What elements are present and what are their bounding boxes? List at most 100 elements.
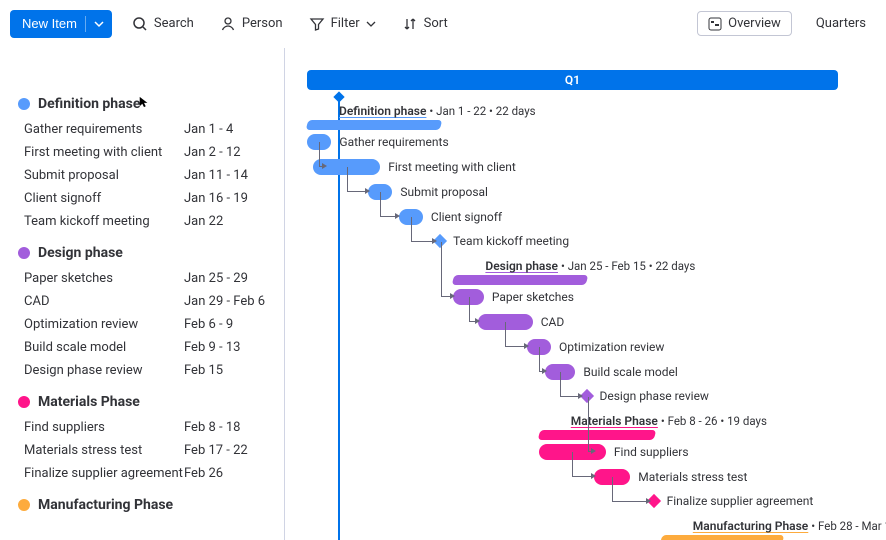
gantt-task-row[interactable]: First meeting with client — [313, 159, 516, 175]
phase-bar[interactable] — [539, 430, 655, 440]
task-name: Submit proposal — [24, 168, 184, 183]
task-dates: Jan 22 — [184, 214, 274, 229]
task-name: Finalize supplier agreement — [24, 466, 184, 481]
main: Definition phase Gather requirementsJan 1… — [0, 48, 886, 540]
task-label: Submit proposal — [400, 185, 488, 199]
group-header-manufacturing[interactable]: Manufacturing Phase — [0, 491, 284, 519]
task-row[interactable]: CADJan 29 - Feb 6 — [0, 290, 284, 313]
task-row[interactable]: Optimization reviewFeb 6 - 9 — [0, 313, 284, 336]
task-label: Gather requirements — [339, 135, 448, 149]
group-header-design[interactable]: Design phase — [0, 239, 284, 267]
new-item-button[interactable]: New Item — [10, 10, 112, 38]
task-name: Gather requirements — [24, 122, 184, 137]
quarters-button[interactable]: Quarters — [806, 12, 876, 35]
gantt-task-row[interactable]: Team kickoff meeting — [435, 234, 569, 248]
group-color-dot — [16, 245, 33, 262]
task-row[interactable]: Materials stress testFeb 17 - 22 — [0, 439, 284, 462]
gantt-task-row[interactable]: Gather requirements — [307, 134, 449, 150]
phase-title: Manufacturing Phase — [693, 519, 808, 533]
phase-header[interactable]: Definition phase • Jan 1 - 22 • 22 days — [339, 104, 536, 118]
phase-title: Materials Phase — [571, 414, 658, 428]
gantt-pane[interactable]: Q1 Definition phase • Jan 1 - 22 • 22 da… — [285, 48, 886, 540]
task-dates: Feb 26 — [184, 466, 274, 481]
task-row[interactable]: Paper sketchesJan 25 - 29 — [0, 267, 284, 290]
task-row[interactable]: Submit proposalJan 11 - 14 — [0, 164, 284, 187]
gantt-task-row[interactable]: Optimization review — [527, 339, 665, 355]
phase-bar[interactable] — [453, 275, 587, 285]
gantt-task-row[interactable]: Find suppliers — [539, 444, 689, 460]
separator — [85, 16, 86, 32]
task-dates: Feb 15 — [184, 363, 274, 378]
task-dates: Feb 6 - 9 — [184, 317, 274, 332]
task-row[interactable]: First meeting with clientJan 2 - 12 — [0, 141, 284, 164]
task-row[interactable]: Gather requirementsJan 1 - 4 — [0, 118, 284, 141]
task-name: Find suppliers — [24, 420, 184, 435]
phase-header[interactable]: Design phase • Jan 25 - Feb 15 • 22 days — [485, 259, 695, 273]
task-dates: Jan 25 - 29 — [184, 271, 274, 286]
task-row[interactable]: Build scale modelFeb 9 - 13 — [0, 336, 284, 359]
dependency-connector — [612, 477, 647, 502]
sort-button[interactable]: Sort — [396, 12, 454, 36]
filter-label: Filter — [331, 16, 360, 31]
group-color-dot — [16, 96, 33, 113]
task-row[interactable]: Finalize supplier agreementFeb 26 — [0, 462, 284, 485]
group-color-dot — [16, 394, 33, 411]
dependency-connector — [411, 217, 433, 242]
task-label: Team kickoff meeting — [453, 234, 569, 248]
task-label: Optimization review — [559, 340, 664, 354]
chevron-down-icon — [366, 19, 376, 29]
task-label: Materials stress test — [638, 470, 747, 484]
task-row[interactable]: Find suppliersFeb 8 - 18 — [0, 416, 284, 439]
dependency-connector — [380, 192, 396, 217]
task-row[interactable]: Client signoffJan 16 - 19 — [0, 187, 284, 210]
task-name: Design phase review — [24, 363, 184, 378]
task-name: Optimization review — [24, 317, 184, 332]
overview-button[interactable]: Overview — [697, 11, 792, 36]
phase-header[interactable]: Materials Phase • Feb 8 - 26 • 19 days — [571, 414, 767, 428]
group-header-materials[interactable]: Materials Phase — [0, 388, 284, 416]
task-dates: Feb 9 - 13 — [184, 340, 274, 355]
dependency-connector — [505, 322, 524, 347]
overview-icon — [708, 17, 722, 31]
gantt-area[interactable]: Definition phase • Jan 1 - 22 • 22 days G… — [285, 96, 886, 540]
phase-bar-fill — [306, 120, 443, 130]
task-name: Client signoff — [24, 191, 184, 206]
search-button[interactable]: Search — [126, 12, 200, 36]
task-name: Paper sketches — [24, 271, 184, 286]
phase-meta: • Jan 25 - Feb 15 • 22 days — [561, 259, 695, 273]
task-label: Finalize supplier agreement — [667, 494, 814, 508]
task-name: Materials stress test — [24, 443, 184, 458]
phase-meta: • Feb 8 - 26 • 19 days — [661, 414, 767, 428]
search-label: Search — [154, 16, 194, 31]
chevron-down-icon — [94, 19, 104, 29]
gantt-task-row[interactable]: Design phase review — [582, 389, 709, 403]
task-row[interactable]: Team kickoff meetingJan 22 — [0, 210, 284, 233]
dependency-connector — [347, 167, 366, 192]
gantt-task-row[interactable]: Finalize supplier agreement — [649, 494, 814, 508]
overview-label: Overview — [728, 16, 781, 31]
task-label: Design phase review — [600, 389, 709, 403]
task-name: CAD — [24, 294, 184, 309]
task-dates: Feb 17 - 22 — [184, 443, 274, 458]
task-label: Build scale model — [583, 365, 677, 379]
sort-label: Sort — [424, 16, 448, 31]
phase-title: Definition phase — [339, 104, 426, 118]
phase-bar-fill — [538, 430, 656, 440]
task-name: Build scale model — [24, 340, 184, 355]
phase-meta: • Feb 28 - Mar 19 • 20 days — [811, 519, 886, 533]
group-name: Design phase — [38, 245, 123, 261]
dependency-connector — [441, 242, 451, 297]
task-row[interactable]: Design phase reviewFeb 15 — [0, 359, 284, 382]
phase-header[interactable]: Manufacturing Phase • Feb 28 - Mar 19 • … — [693, 519, 886, 533]
phase-bar[interactable] — [307, 120, 441, 130]
task-label: First meeting with client — [388, 160, 516, 174]
filter-icon — [309, 16, 325, 32]
person-button[interactable]: Person — [214, 12, 289, 36]
phase-meta: • Jan 1 - 22 • 22 days — [429, 104, 535, 118]
filter-button[interactable]: Filter — [303, 12, 382, 36]
task-dates: Jan 2 - 12 — [184, 145, 274, 160]
dependency-connector — [319, 142, 323, 167]
group-color-dot — [16, 497, 33, 514]
phase-bar[interactable] — [661, 535, 783, 540]
quarter-header[interactable]: Q1 — [307, 70, 838, 90]
